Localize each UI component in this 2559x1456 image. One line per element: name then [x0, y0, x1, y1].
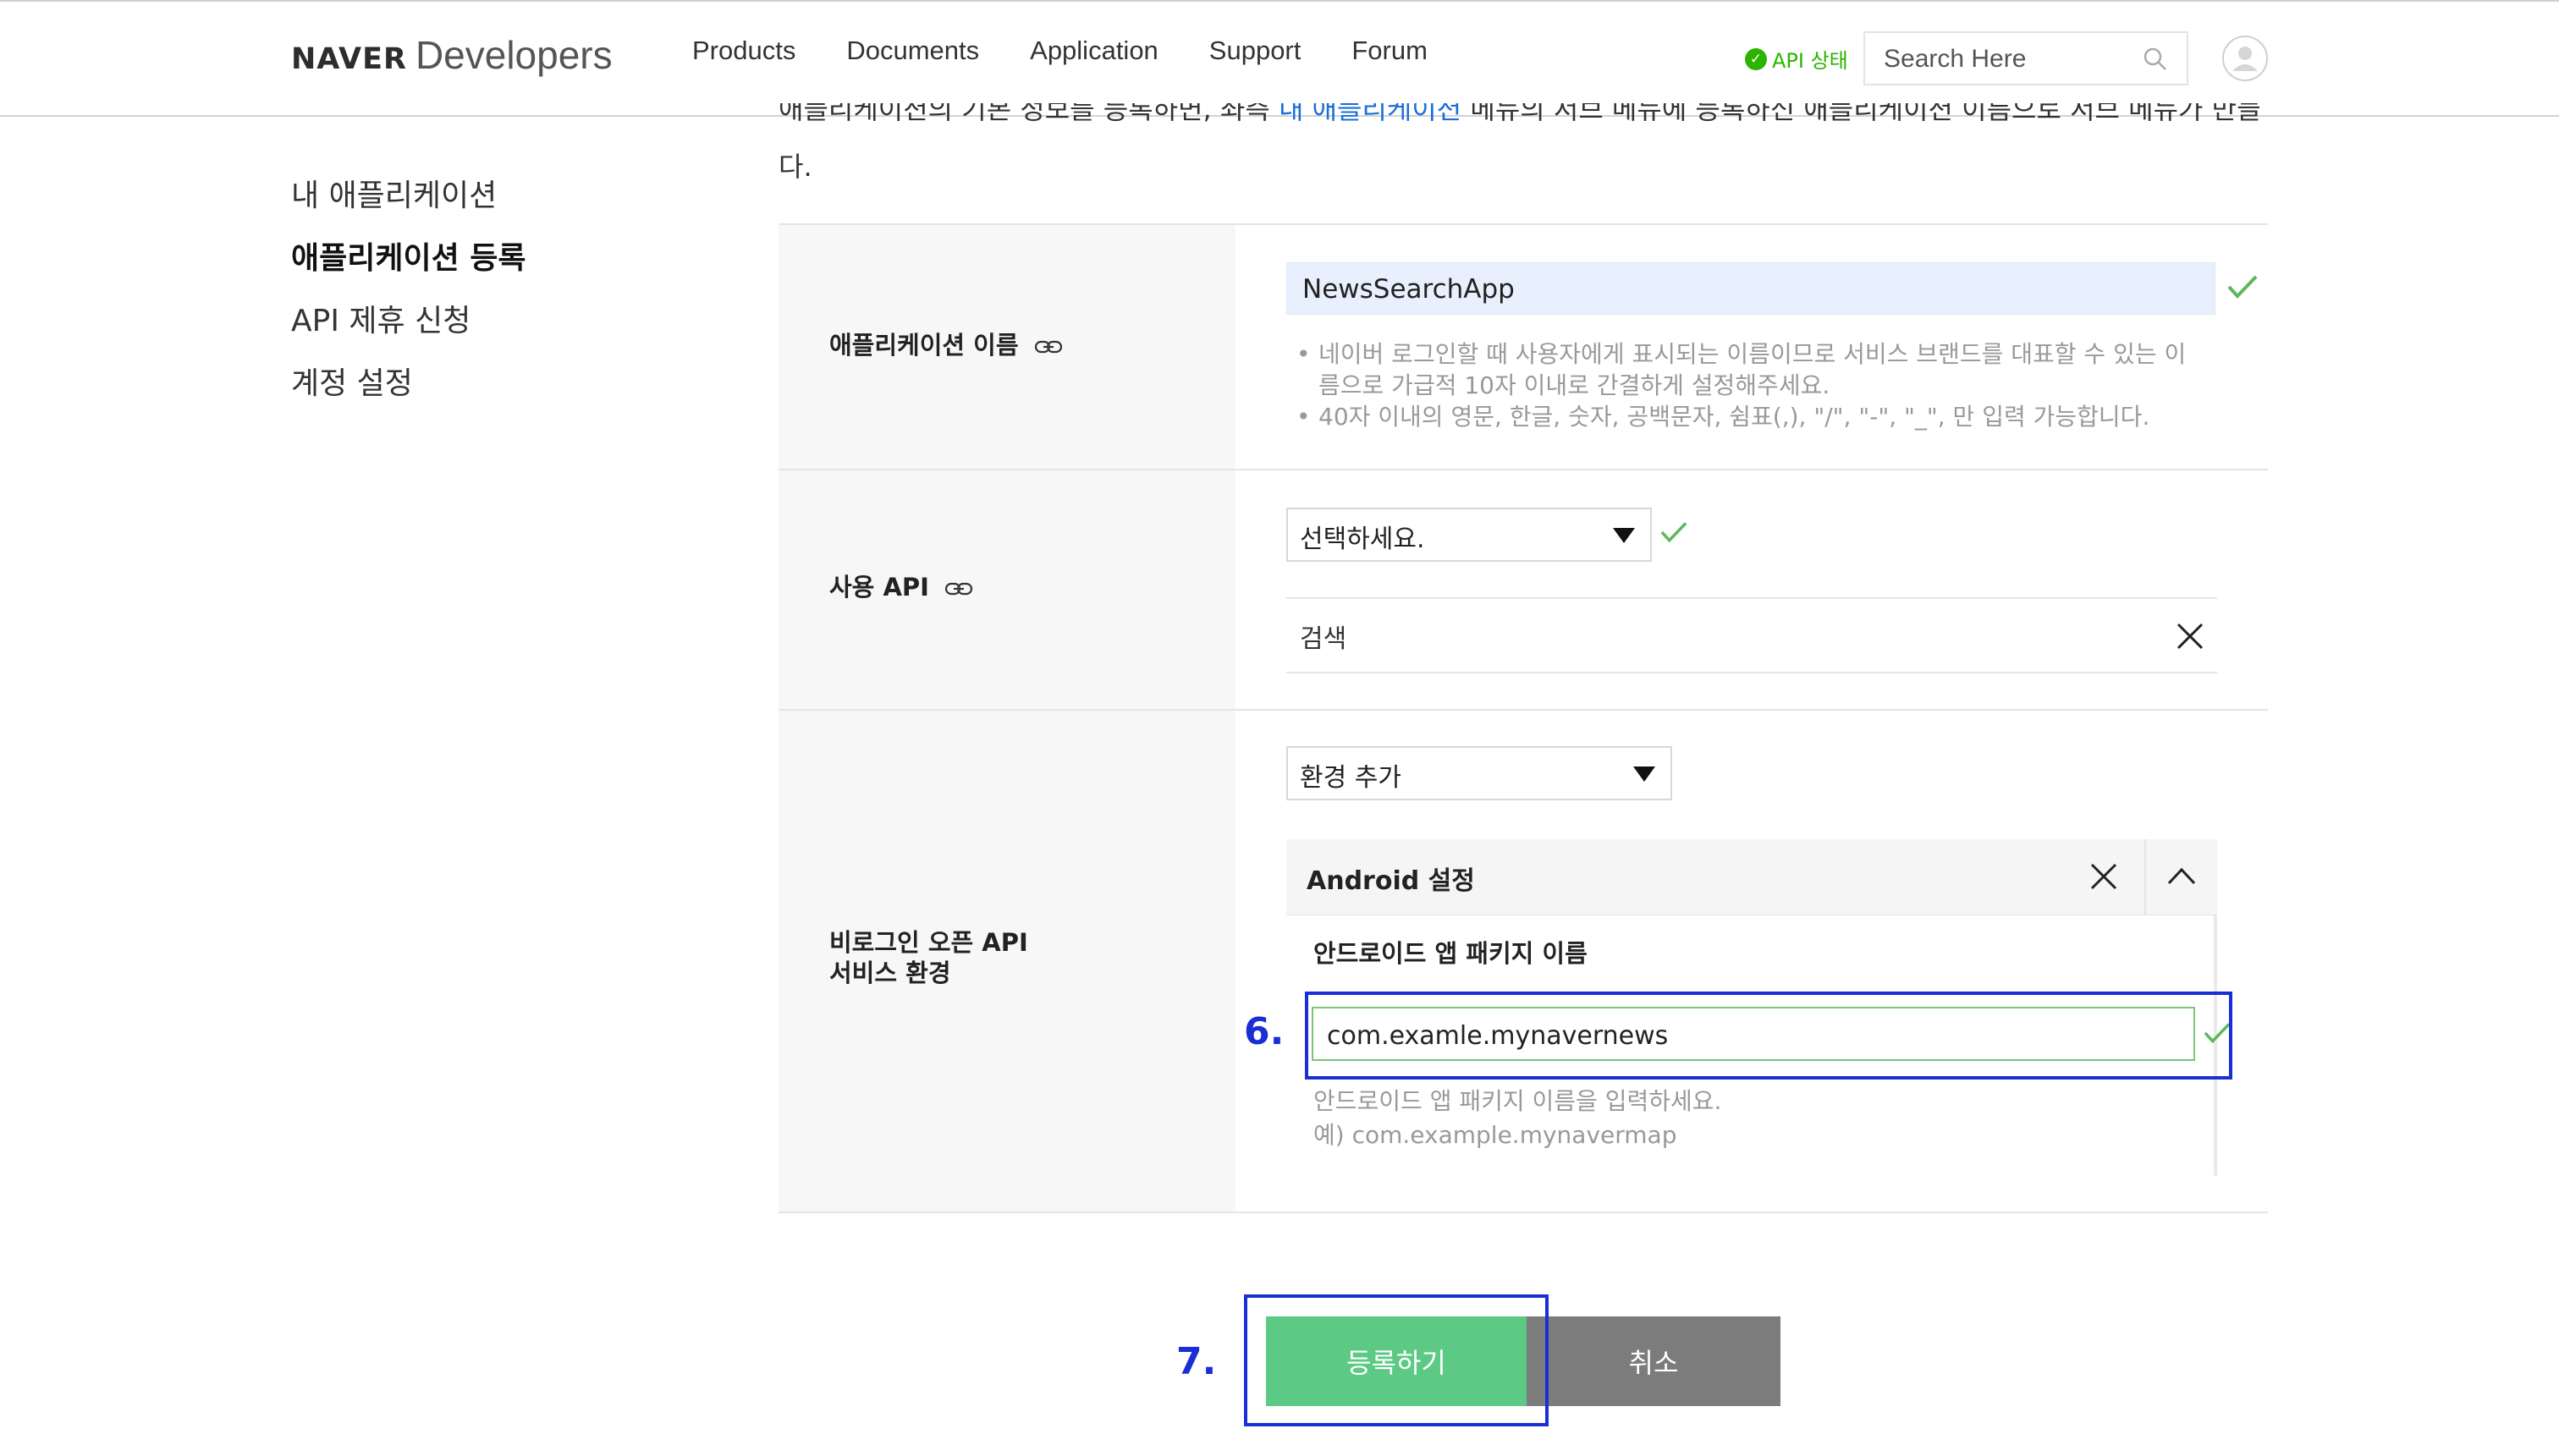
nav-application[interactable]: Application	[1030, 36, 1158, 66]
api-status-label: API 상태	[1772, 49, 1848, 73]
step6-label: 6.	[1244, 1010, 1285, 1053]
environment-label: 비로그인 오픈 API 서비스 환경	[829, 927, 1028, 988]
step6-highlight-box	[1305, 992, 2232, 1080]
selected-api-item: 검색	[1286, 597, 2217, 673]
package-help-line: 예) com.example.mynavermap	[1313, 1121, 1677, 1149]
link-icon	[944, 582, 973, 596]
api-label-text: 사용 API	[829, 573, 929, 602]
my-applications-link[interactable]: 내 애플리케이션	[1279, 103, 1461, 125]
nav-documents[interactable]: Documents	[846, 36, 979, 66]
app-name-label: 애플리케이션 이름	[829, 330, 1063, 360]
search-box	[1863, 31, 2188, 85]
intro-text-before: 애플리케이션의 기본 정보를 등록하면, 좌측	[779, 103, 1279, 125]
nav-products[interactable]: Products	[692, 36, 795, 66]
api-label: 사용 API	[829, 572, 973, 602]
app-name-help-line: 네이버 로그인할 때 사용자에게 표시되는 이름이므로 서비스 브랜드를 대표할…	[1318, 340, 2187, 368]
user-icon	[2232, 47, 2258, 71]
sidebar-item-api-partnership[interactable]: API 제휴 신청	[291, 296, 471, 340]
link-icon	[1034, 340, 1062, 354]
app-name-help-line: 40자 이내의 영문, 한글, 숫자, 공백문자, 쉼표(,), "/", "-…	[1318, 403, 2150, 431]
sidebar-item-my-applications[interactable]: 내 애플리케이션	[291, 171, 497, 215]
package-name-help: 안드로이드 앱 패키지 이름을 입력하세요. 예) com.example.my…	[1313, 1085, 1721, 1152]
logo-product: Developers	[415, 33, 613, 77]
search-input[interactable]	[1882, 41, 2139, 77]
package-name-label: 안드로이드 앱 패키지 이름	[1313, 939, 1588, 968]
remove-environment-close-icon[interactable]	[2088, 861, 2119, 892]
package-help-line: 안드로이드 앱 패키지 이름을 입력하세요.	[1313, 1087, 1722, 1115]
app-name-input[interactable]	[1301, 272, 2201, 307]
dropdown-arrow-icon	[1633, 766, 1655, 782]
api-status-link[interactable]: ✓ API 상태	[1745, 44, 1848, 74]
header-divider	[2144, 839, 2146, 915]
step7-label: 7.	[1176, 1340, 1217, 1383]
api-select[interactable]: 선택하세요.	[1286, 508, 1652, 562]
selected-api-label: 검색	[1300, 624, 1347, 654]
api-select-value: 선택하세요.	[1300, 525, 1425, 554]
naver-developers-logo[interactable]: NAVER Developers	[291, 32, 613, 83]
intro-text-line2: 다.	[779, 151, 812, 183]
app-name-help: • 네이버 로그인할 때 사용자에게 표시되는 이름이므로 서비스 브랜드를 대…	[1296, 338, 2219, 432]
sidebar-item-register-application[interactable]: 애플리케이션 등록	[291, 234, 526, 277]
environment-label-line: 비로그인 오픈 API	[829, 928, 1028, 957]
intro-text: 애플리케이션의 기본 정보를 등록하면, 좌측 내 애플리케이션 메뉴의 서브 …	[779, 103, 2259, 132]
logo-brand: NAVER	[291, 42, 407, 76]
cancel-button[interactable]: 취소	[1527, 1316, 1780, 1406]
nav-support[interactable]: Support	[1209, 36, 1302, 66]
user-avatar[interactable]	[2222, 36, 2268, 81]
sidebar-item-account-settings[interactable]: 계정 설정	[291, 359, 413, 403]
valid-check-icon	[2227, 275, 2258, 299]
app-name-label-text: 애플리케이션 이름	[829, 331, 1019, 360]
row-divider	[779, 1212, 2268, 1213]
search-icon[interactable]	[2143, 47, 2168, 72]
collapse-chevron-up-icon[interactable]	[2166, 863, 2197, 888]
main-nav: Products Documents Application Support F…	[692, 36, 1428, 66]
app-name-field	[1286, 262, 2215, 315]
environment-label-line: 서비스 환경	[829, 959, 951, 987]
dropdown-arrow-icon	[1613, 528, 1635, 543]
environment-select-value: 환경 추가	[1300, 763, 1401, 793]
app-name-help-line: 름으로 가급적 10자 이내로 간결하게 설정해주세요.	[1318, 371, 1830, 399]
nav-forum[interactable]: Forum	[1351, 36, 1428, 66]
android-settings-header: Android 설정	[1286, 839, 2217, 915]
intro-text-after: 메뉴의 서브 메뉴에 등록하신 애플리케이션 이름으로 서브 메뉴가 만들어집니	[1461, 103, 2259, 125]
android-settings-title: Android 설정	[1307, 866, 1475, 896]
valid-check-icon	[1660, 522, 1687, 543]
remove-api-close-icon[interactable]	[2175, 621, 2205, 651]
step7-highlight-box	[1244, 1294, 1549, 1426]
check-circle-icon: ✓	[1745, 47, 1767, 70]
environment-select[interactable]: 환경 추가	[1286, 746, 1672, 800]
